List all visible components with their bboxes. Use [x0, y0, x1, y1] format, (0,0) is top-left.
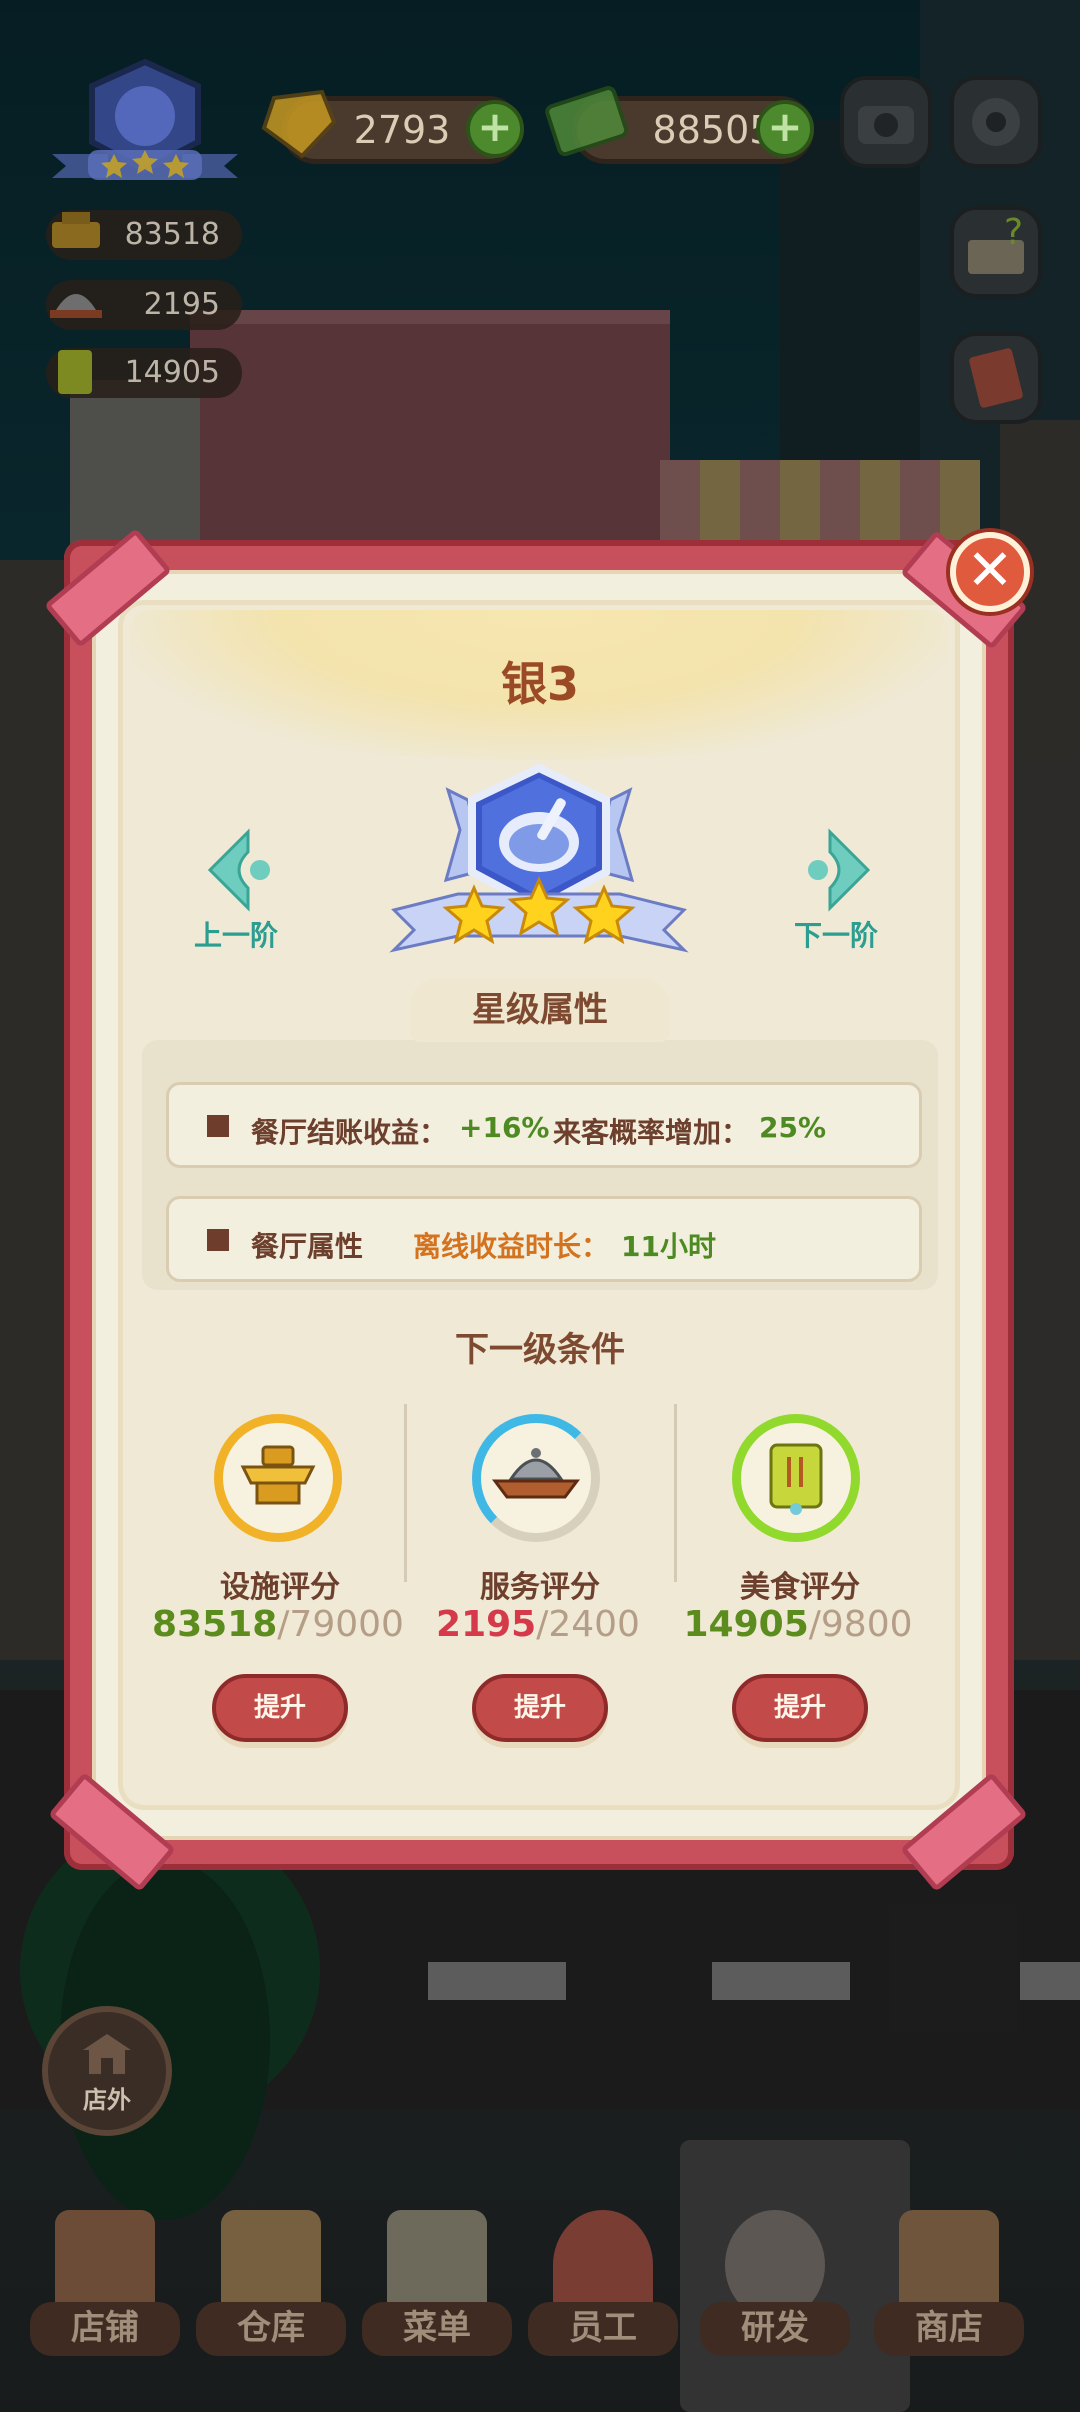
- next-level-title: 下一级条件: [455, 1330, 625, 1370]
- next-rank-button[interactable]: [792, 826, 882, 916]
- column-divider: [404, 1404, 407, 1582]
- service-score-pill: 2195: [46, 280, 242, 330]
- svg-text:?: ?: [1004, 212, 1023, 253]
- add-gems-button[interactable]: +: [466, 100, 524, 158]
- cash-icon: [542, 82, 632, 162]
- restaurant-attr-label: 餐厅属性: [251, 1230, 364, 1263]
- facility-current: 83518: [152, 1604, 278, 1645]
- tab-research-label: 研发: [741, 2308, 809, 2348]
- guide-button[interactable]: ?: [950, 206, 1042, 298]
- next-rank-label[interactable]: 下一阶: [794, 914, 878, 954]
- service-score-icon: [472, 1414, 600, 1542]
- camera-button[interactable]: [840, 76, 932, 168]
- guide-book-icon: ?: [968, 212, 1024, 274]
- facility-score-progress: 83518/79000: [148, 1604, 408, 1645]
- star-attributes-title: 星级属性: [410, 978, 670, 1042]
- tab-research[interactable]: 研发: [700, 2210, 850, 2400]
- tab-menu[interactable]: 菜单: [362, 2210, 512, 2400]
- attribute-row-offline: 餐厅属性 离线收益时长： 11小时: [166, 1196, 922, 1282]
- add-cash-button[interactable]: +: [756, 100, 814, 158]
- next-arrow-icon: [808, 828, 871, 912]
- upgrade-service-button[interactable]: 提升: [472, 1674, 608, 1742]
- facility-icon: [240, 1445, 316, 1505]
- recipe-book-button[interactable]: [950, 332, 1042, 424]
- bullet-icon: [207, 1115, 229, 1137]
- tab-store-label: 店铺: [71, 2308, 139, 2348]
- shop-icon: [83, 2034, 131, 2074]
- tab-menu-label: 菜单: [403, 2308, 471, 2348]
- prev-arrow-icon: [207, 828, 270, 912]
- service-score-value: 2195: [143, 287, 220, 322]
- prev-rank-label[interactable]: 上一阶: [194, 914, 278, 954]
- facility-icon: [52, 212, 100, 248]
- outside-view-button[interactable]: 店外: [42, 2006, 172, 2136]
- column-divider: [674, 1404, 677, 1582]
- food-score-label: 美食评分: [740, 1570, 860, 1605]
- offline-duration-label: 离线收益时长：: [413, 1230, 610, 1263]
- tab-staff[interactable]: 员工: [528, 2210, 678, 2400]
- outside-view-label: 店外: [83, 2086, 131, 2114]
- guest-chance-label: 来客概率增加：: [553, 1116, 750, 1149]
- bullet-icon: [207, 1229, 229, 1251]
- offline-duration-value: 11小时: [621, 1230, 716, 1263]
- close-icon: ✕: [966, 538, 1014, 603]
- settings-button[interactable]: [950, 76, 1042, 168]
- service-score-label: 服务评分: [480, 1570, 600, 1605]
- food-score-icon: [732, 1414, 860, 1542]
- rank-title: 银3: [500, 657, 579, 711]
- food-target: /9800: [808, 1604, 913, 1645]
- gem-count: 2793: [353, 108, 451, 152]
- service-score-progress: 2195/2400: [408, 1604, 668, 1645]
- facility-score-pill: 83518: [46, 210, 242, 260]
- gem-icon: [258, 88, 338, 160]
- food-score-value: 14905: [124, 355, 220, 390]
- facility-score-label: 设施评分: [220, 1570, 340, 1605]
- checkout-income-label: 餐厅结账收益：: [251, 1116, 448, 1149]
- tab-shop-label: 商店: [915, 2308, 983, 2348]
- service-current: 2195: [436, 1604, 537, 1645]
- prev-rank-button[interactable]: [196, 826, 286, 916]
- checkout-income-value: +16%: [459, 1111, 550, 1144]
- food-score-pill: 14905: [46, 348, 242, 398]
- close-button[interactable]: ✕: [950, 532, 1030, 612]
- tab-warehouse-label: 仓库: [237, 2308, 305, 2348]
- tab-staff-label: 员工: [569, 2308, 637, 2348]
- food-current: 14905: [683, 1604, 809, 1645]
- service-target: /2400: [536, 1604, 640, 1645]
- camera-icon: [858, 106, 914, 144]
- upgrade-food-button[interactable]: 提升: [732, 1674, 868, 1742]
- silver-rank-emblem: [388, 760, 690, 970]
- rank-badge-icon[interactable]: [48, 58, 242, 188]
- food-score-progress: 14905/9800: [668, 1604, 928, 1645]
- tab-warehouse[interactable]: 仓库: [196, 2210, 346, 2400]
- gear-icon: [972, 98, 1020, 146]
- attribute-row-income: 餐厅结账收益： +16% 来客概率增加： 25%: [166, 1082, 922, 1168]
- facility-target: /79000: [277, 1604, 404, 1645]
- service-icon: [50, 294, 102, 318]
- facility-score-icon: [214, 1414, 342, 1542]
- facility-score-value: 83518: [124, 217, 220, 252]
- recipe-book-icon: [969, 348, 1023, 408]
- upgrade-facility-button[interactable]: 提升: [212, 1674, 348, 1742]
- tab-shop[interactable]: 商店: [874, 2210, 1024, 2400]
- food-icon: [769, 1443, 823, 1515]
- service-icon: [492, 1448, 580, 1499]
- tab-store[interactable]: 店铺: [30, 2210, 180, 2400]
- guest-chance-value: 25%: [759, 1111, 827, 1144]
- food-icon: [58, 350, 92, 394]
